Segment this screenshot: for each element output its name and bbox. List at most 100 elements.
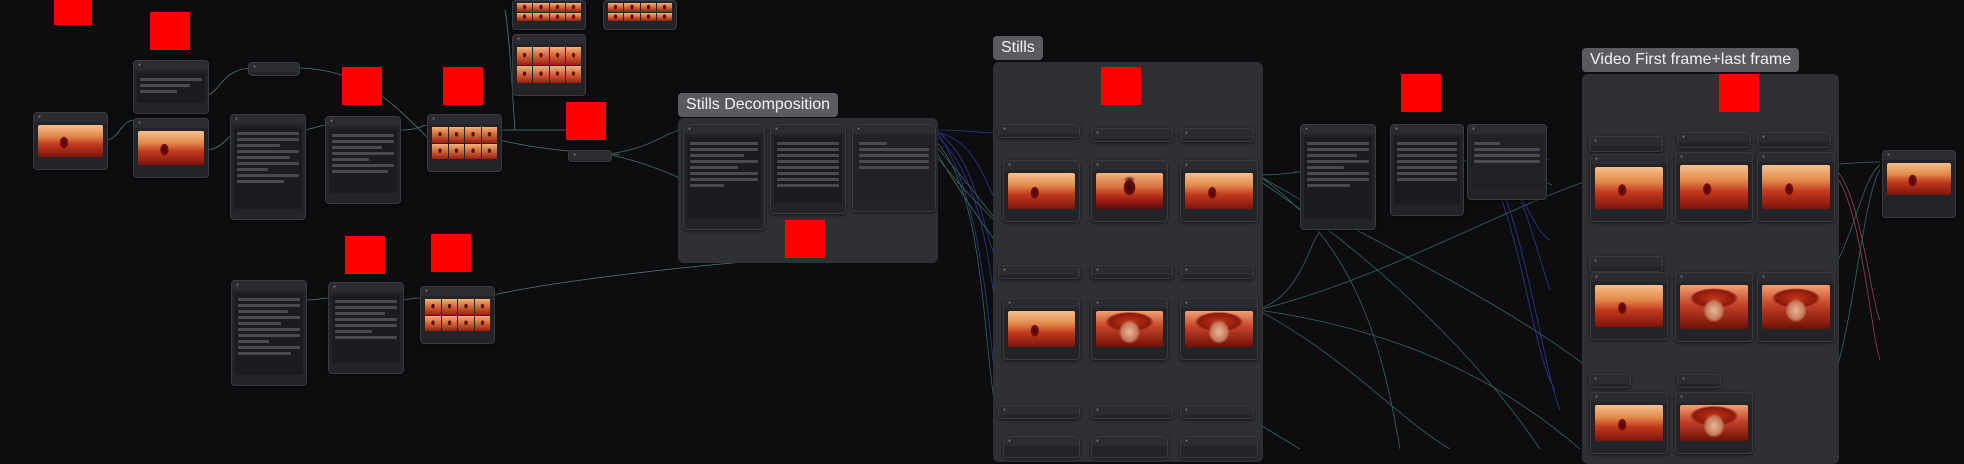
text-area[interactable] (1471, 137, 1543, 189)
text-area[interactable] (856, 137, 932, 201)
image-node[interactable] (133, 118, 209, 178)
text-node[interactable] (328, 282, 404, 374)
prompt-node[interactable] (683, 124, 765, 230)
node-title (1092, 266, 1172, 275)
video-preview-node[interactable] (1590, 392, 1668, 454)
video-sampler-node[interactable] (1677, 374, 1721, 388)
image-node[interactable] (1003, 436, 1080, 458)
node-title (1181, 437, 1257, 446)
image-preview (1762, 285, 1830, 329)
video-preview-node[interactable] (1675, 272, 1753, 342)
node-title (513, 35, 585, 44)
text-area[interactable] (687, 137, 761, 219)
node-title (34, 113, 107, 122)
image-node[interactable] (1091, 298, 1168, 360)
image-preview (1680, 285, 1748, 329)
text-area[interactable] (1394, 137, 1460, 205)
text-output-node[interactable] (770, 124, 846, 214)
prompt-node[interactable] (231, 280, 307, 386)
node-title (569, 151, 611, 160)
image-node[interactable] (1180, 298, 1258, 360)
text-area[interactable] (235, 293, 303, 375)
text-area[interactable] (234, 127, 302, 209)
text-area[interactable] (1304, 137, 1372, 219)
text-output-node[interactable] (1390, 124, 1464, 216)
load-image-node[interactable] (33, 112, 108, 170)
image-node[interactable] (1091, 436, 1168, 458)
video-combine-node[interactable] (1882, 150, 1956, 218)
video-preview-node[interactable] (1675, 392, 1753, 454)
text-node[interactable] (230, 114, 306, 220)
video-sampler-node[interactable] (1757, 132, 1831, 148)
image-grid-node[interactable] (512, 0, 586, 30)
node-title (684, 125, 764, 134)
node-title (771, 125, 845, 134)
image-grid-node[interactable] (427, 114, 502, 172)
reroute-node[interactable] (568, 150, 612, 162)
prompt-node[interactable] (1300, 124, 1376, 230)
video-preview-node[interactable] (1675, 152, 1753, 222)
image-node[interactable] (1180, 160, 1258, 222)
image-preview (1595, 167, 1663, 209)
node-title (1676, 273, 1752, 282)
sampler-node[interactable] (1180, 128, 1254, 142)
prompt-node[interactable] (133, 60, 209, 114)
sampler-node[interactable] (1180, 405, 1254, 419)
image-node[interactable] (1091, 160, 1168, 222)
text-area[interactable] (332, 295, 400, 363)
video-preview-node[interactable] (1590, 272, 1668, 340)
marker (566, 102, 606, 140)
image-grid-node[interactable] (512, 34, 586, 96)
video-sampler-node[interactable] (1589, 374, 1631, 388)
string-list-node[interactable] (852, 124, 936, 212)
node-title (329, 283, 403, 292)
group-stills: Stills (993, 36, 1263, 462)
sampler-node[interactable] (998, 405, 1080, 419)
video-preview-node[interactable] (1757, 272, 1835, 342)
sampler-node[interactable] (998, 124, 1080, 138)
node-title (1181, 266, 1253, 275)
group-title[interactable]: Stills Decomposition (678, 93, 839, 117)
prompt-textarea[interactable] (137, 73, 205, 103)
node-title (232, 281, 306, 290)
llm-output-node[interactable] (325, 116, 401, 204)
node-title (326, 117, 400, 126)
image-grid-node[interactable] (603, 0, 677, 30)
marker (1719, 74, 1759, 112)
node-title (1301, 125, 1375, 134)
image-preview (1096, 173, 1163, 209)
node-title (1883, 151, 1955, 160)
video-preview-node[interactable] (1757, 152, 1835, 222)
image-node[interactable] (1180, 436, 1258, 458)
marker (1101, 67, 1141, 105)
string-list-node[interactable] (1467, 124, 1547, 200)
video-sampler-node[interactable] (1589, 256, 1663, 272)
node-title (999, 266, 1079, 275)
node-title (1181, 129, 1253, 138)
sampler-node[interactable] (1091, 128, 1173, 142)
text-area[interactable] (774, 137, 842, 203)
sampler-node[interactable] (1180, 265, 1254, 279)
sampler-node[interactable] (1091, 265, 1173, 279)
video-preview-node[interactable] (1590, 154, 1668, 222)
image-grid-node[interactable] (420, 286, 495, 344)
text-area[interactable] (329, 129, 397, 193)
video-sampler-node[interactable] (1589, 136, 1663, 152)
node-title (1758, 273, 1834, 282)
image-grid (432, 127, 497, 159)
image-node[interactable] (1003, 160, 1080, 222)
image-preview (1762, 165, 1830, 209)
image-preview (1680, 165, 1748, 209)
sampler-node[interactable] (1091, 405, 1173, 419)
node-title (1092, 161, 1167, 170)
router-node[interactable] (248, 62, 300, 76)
group-title[interactable]: Stills (993, 36, 1043, 60)
node-title (1092, 129, 1172, 138)
sampler-node[interactable] (998, 265, 1080, 279)
node-title (231, 115, 305, 124)
marker (342, 67, 382, 105)
image-node[interactable] (1003, 298, 1080, 360)
group-title[interactable]: Video First frame+last frame (1582, 48, 1800, 72)
node-title (1092, 437, 1167, 446)
video-sampler-node[interactable] (1677, 132, 1751, 148)
